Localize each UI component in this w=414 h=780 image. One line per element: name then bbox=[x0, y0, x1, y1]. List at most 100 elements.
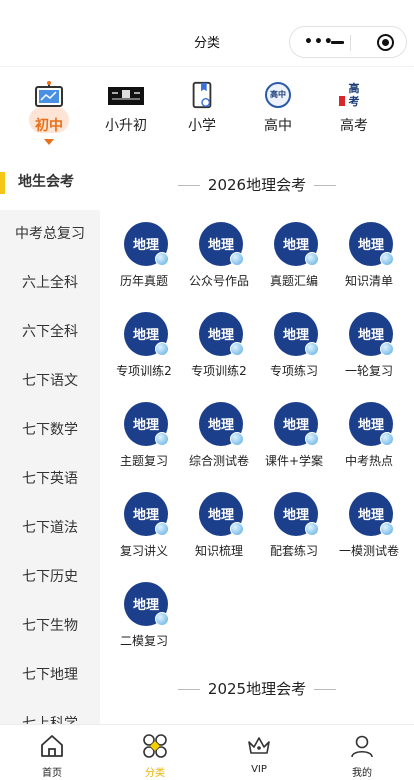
nav-category[interactable]: 分类 bbox=[125, 731, 185, 779]
resource-item-label: 专项练习 bbox=[269, 364, 318, 378]
sidebar-item-qixia-lishi[interactable]: 七下历史 bbox=[0, 553, 100, 602]
resource-item-label: 主题复习 bbox=[119, 454, 168, 468]
heading-divider bbox=[314, 185, 337, 186]
resource-item[interactable]: 地理专项训练2 bbox=[106, 310, 182, 390]
sidebar-item-dishenghuikao[interactable]: 地生会考 bbox=[0, 154, 100, 210]
resource-item[interactable]: 地理 二模复习 bbox=[106, 580, 182, 660]
badge-text: 地理 bbox=[132, 418, 159, 433]
badge-text: 地理 bbox=[132, 328, 159, 343]
badge-text: 地理 bbox=[282, 508, 309, 523]
section-heading: 2026地理会考 bbox=[100, 174, 414, 195]
resource-item-label: 专项训练2 bbox=[191, 364, 247, 378]
badge-text: 地理 bbox=[282, 418, 309, 433]
resource-item[interactable]: 地理 一轮复习 bbox=[331, 310, 407, 390]
sidebar-item-liushang[interactable]: 六上全科 bbox=[0, 259, 100, 308]
sidebar-item-liuxia[interactable]: 六下全科 bbox=[0, 308, 100, 357]
resource-item[interactable]: 地理 真题汇编 bbox=[256, 220, 332, 300]
resource-item[interactable]: 地理 公众号作品 bbox=[181, 220, 257, 300]
badge-text: 地理 bbox=[357, 238, 384, 253]
section-title-2026: 2026地理会考 bbox=[207, 176, 307, 194]
geography-badge-icon: 地理 bbox=[124, 312, 169, 356]
close-target-icon[interactable] bbox=[377, 34, 394, 51]
banner-image-icon bbox=[108, 87, 144, 105]
badge-text: 地理 bbox=[207, 328, 234, 343]
geography-badge-icon: 地理 bbox=[349, 492, 394, 536]
sidebar-item-qixia-shengwu[interactable]: 七下生物 bbox=[0, 602, 100, 651]
resource-item[interactable]: 地理 配套练习 bbox=[256, 490, 332, 570]
geography-badge-icon: 地理 bbox=[124, 222, 169, 266]
globe-icon bbox=[380, 522, 394, 536]
badge-text: 地理 bbox=[282, 238, 309, 253]
home-icon bbox=[41, 735, 63, 757]
resource-item[interactable]: 地理 知识清单 bbox=[331, 220, 407, 300]
heading-divider bbox=[177, 185, 200, 186]
category-icon bbox=[143, 734, 167, 758]
badge-text: 地理 bbox=[207, 238, 234, 253]
capsule-divider bbox=[350, 35, 351, 51]
category-content: 2026地理会考 地理 历年真题 地理 公众号作品 地理 真题汇编 地理 知识清单 地理 专项训练… bbox=[100, 154, 414, 724]
badge-text: 地理 bbox=[207, 418, 234, 433]
sidebar-item-zhongkao[interactable]: 中考总复习 bbox=[0, 210, 100, 259]
resource-item-label: 中考热点 bbox=[344, 454, 393, 468]
geography-badge-icon: 地理 bbox=[349, 402, 394, 446]
geography-badge-icon: 地理 bbox=[124, 582, 169, 626]
resource-item[interactable]: 地理 专项练习 bbox=[256, 310, 332, 390]
sidebar-item-qixia-yingyu[interactable]: 七下英语 bbox=[0, 455, 100, 504]
mini-program-capsule: ••• bbox=[289, 26, 407, 58]
resource-item[interactable]: 地理 知识梳理 bbox=[181, 490, 257, 570]
nav-home[interactable]: 首页 bbox=[22, 731, 82, 779]
bottom-tab-bar: 首页 分类 VIP 我的 bbox=[0, 724, 414, 780]
resource-item[interactable]: 地理专项训练2 bbox=[181, 310, 257, 390]
grade-tab-label: 小升初 bbox=[105, 118, 147, 134]
globe-icon bbox=[380, 342, 394, 356]
resource-item[interactable]: 地理 复习讲义 bbox=[106, 490, 182, 570]
nav-mine[interactable]: 我的 bbox=[332, 731, 392, 779]
resource-item-label: 一轮复习 bbox=[344, 364, 393, 378]
sidebar-item-qixia-shuxue[interactable]: 七下数学 bbox=[0, 406, 100, 455]
resource-item-label: 综合测试卷 bbox=[188, 454, 249, 468]
grade-tab-primary[interactable]: 小学 bbox=[167, 77, 237, 149]
nav-vip[interactable]: VIP bbox=[229, 731, 289, 779]
resource-item-label: 一模测试卷 bbox=[338, 544, 399, 558]
grade-tab-label: 初中 bbox=[35, 118, 63, 134]
geography-badge-icon: 地理 bbox=[124, 402, 169, 446]
globe-icon bbox=[230, 432, 244, 446]
globe-icon bbox=[155, 432, 169, 446]
globe-icon bbox=[305, 522, 319, 536]
grade-tab-high[interactable]: 高中 高中 bbox=[243, 77, 313, 149]
resource-item[interactable]: 地理 历年真题 bbox=[106, 220, 182, 300]
grade-tab-primary-to-junior[interactable]: 小升初 bbox=[91, 77, 161, 149]
minimize-icon[interactable] bbox=[331, 41, 344, 44]
grade-tab-gaokao[interactable]: 高考 高考 bbox=[319, 77, 389, 149]
badge-text: 地理 bbox=[207, 508, 234, 523]
grade-tab-label: 高考 bbox=[340, 118, 368, 134]
grade-tab-junior[interactable]: 初中 bbox=[14, 77, 84, 149]
globe-icon bbox=[155, 342, 169, 356]
app-header: 分类 ••• bbox=[0, 0, 414, 66]
book-bookmark-icon bbox=[192, 81, 212, 109]
gaokao-icon-text: 高考 bbox=[348, 82, 360, 108]
resource-item[interactable]: 地理 一模测试卷 bbox=[331, 490, 407, 570]
resource-item-label: 课件+学案 bbox=[264, 454, 324, 468]
globe-icon bbox=[305, 432, 319, 446]
resource-item-label: 专项训练2 bbox=[116, 364, 172, 378]
badge-text: 地理 bbox=[357, 508, 384, 523]
gaokao-badge-icon: 高考 bbox=[339, 82, 369, 108]
globe-icon bbox=[230, 252, 244, 266]
resource-item-label: 知识梳理 bbox=[194, 544, 243, 558]
resource-item[interactable]: 地理 综合测试卷 bbox=[181, 400, 257, 480]
sidebar-item-qixia-yuwen[interactable]: 七下语文 bbox=[0, 357, 100, 406]
resource-item[interactable]: 地理课件+学案 bbox=[256, 400, 332, 480]
sidebar-item-qixia-dili[interactable]: 七下地理 bbox=[0, 651, 100, 700]
resource-item[interactable]: 地理 中考热点 bbox=[331, 400, 407, 480]
sidebar-item-qixia-daofa[interactable]: 七下道法 bbox=[0, 504, 100, 553]
more-icon[interactable]: ••• bbox=[304, 35, 334, 49]
resource-item[interactable]: 地理 主题复习 bbox=[106, 400, 182, 480]
globe-icon bbox=[380, 432, 394, 446]
sidebar-item-qishang-kexue[interactable]: 七上科学 bbox=[0, 700, 100, 724]
globe-icon bbox=[305, 342, 319, 356]
heading-divider bbox=[177, 689, 200, 690]
globe-icon bbox=[155, 522, 169, 536]
crown-icon bbox=[248, 737, 270, 754]
user-icon bbox=[351, 735, 373, 758]
